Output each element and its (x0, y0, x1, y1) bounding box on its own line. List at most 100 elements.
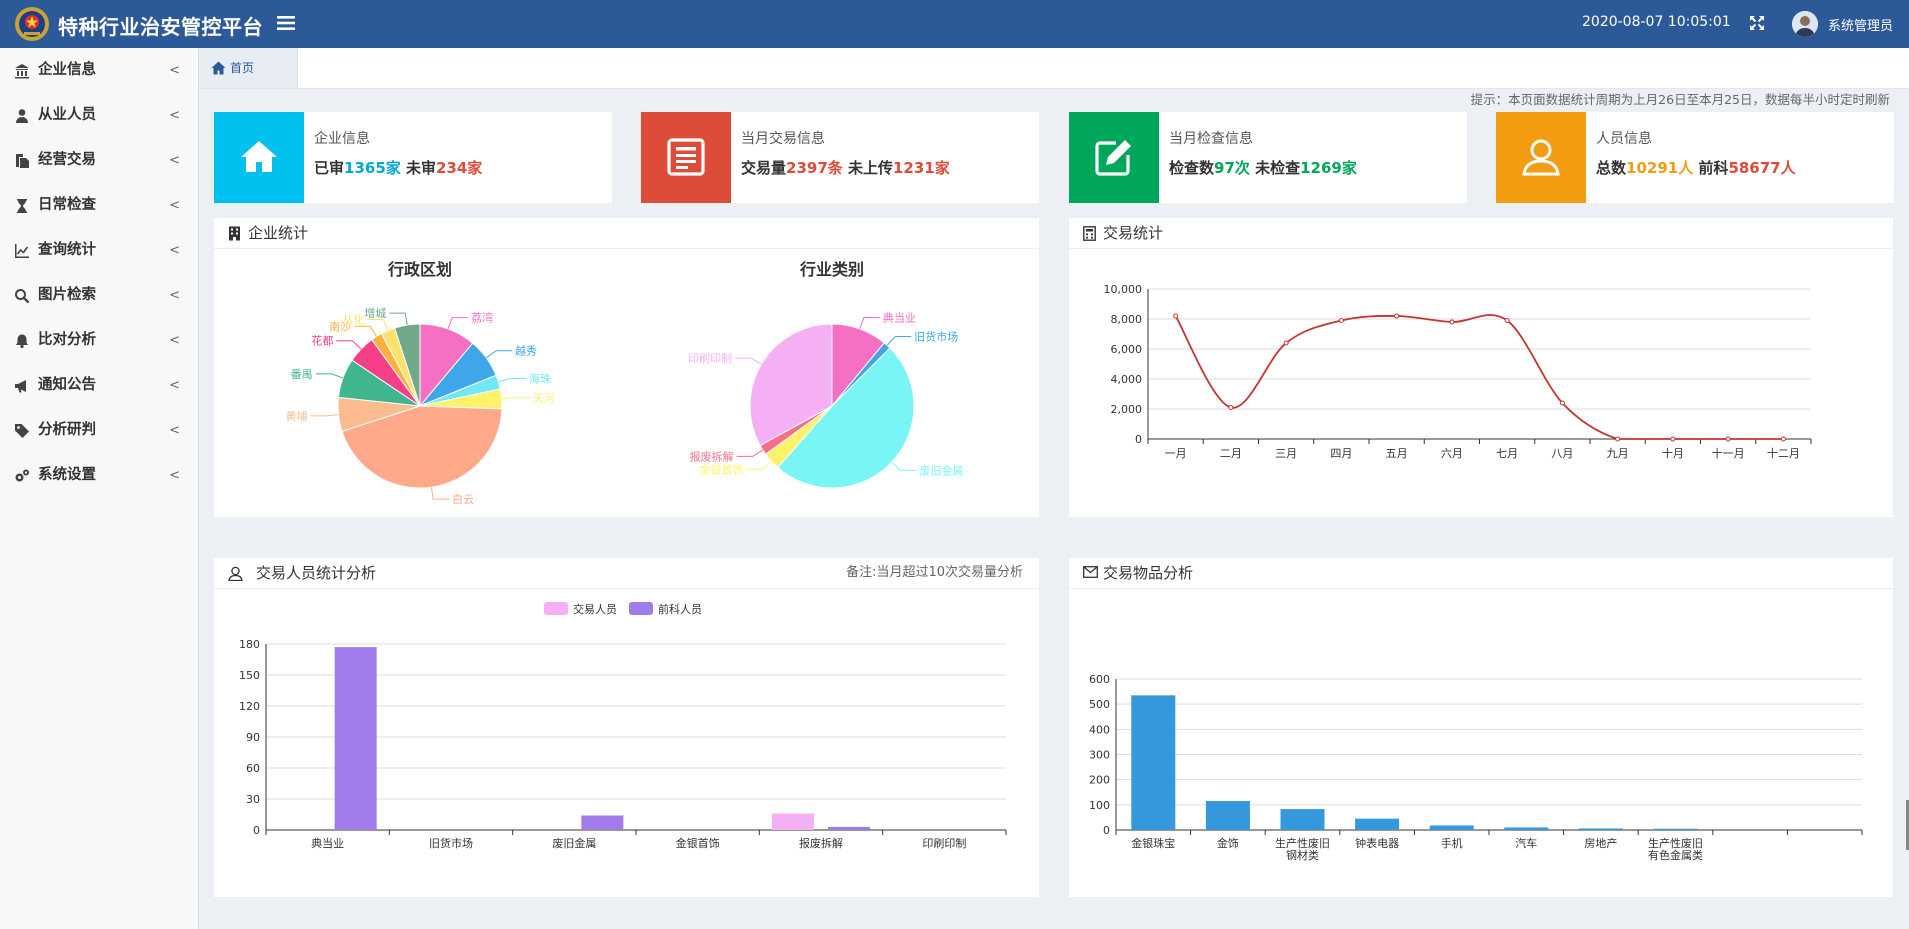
chevron-left-icon: < (169, 333, 180, 348)
people-bar-chart: 交易人员 前科人员 0 30 60 90 120 150 180 典当业 旧货市场 废旧金属 金银首饰 报… (239, 602, 1007, 850)
pie-label-line (315, 373, 344, 379)
tab-home[interactable]: 首页 (199, 48, 298, 88)
sidebar-item-label: 通知公告 (38, 377, 96, 393)
y-tick-label: 90 (246, 731, 260, 744)
refresh-notice: 提示：本页面数据统计周期为上月26日至本月25日，数据每半小时定时刷新 (1470, 92, 1890, 107)
x-tick-label: 旧货市场 (429, 836, 473, 850)
data-point (1228, 405, 1234, 410)
panel-header: 交易统计 (1069, 218, 1893, 249)
police-emblem-icon (15, 7, 49, 41)
stat-label: 已审 (314, 159, 345, 177)
search-icon (15, 289, 30, 304)
stat-value: 58677人 (1728, 159, 1796, 177)
sidebar-item-notices[interactable]: 通知公告 < (0, 363, 198, 408)
edit-icon (1095, 140, 1131, 176)
chevron-left-icon: < (169, 198, 180, 213)
sidebar-item-image-search[interactable]: 图片检索 < (0, 273, 198, 318)
y-tick-label: 200 (1089, 774, 1110, 787)
card-title: 当月交易信息 (741, 131, 825, 147)
sidebar-item-analysis[interactable]: 分析研判 < (0, 408, 198, 453)
sidebar-item-inspection[interactable]: 日常检查 < (0, 183, 198, 228)
pie-label: 增城 (364, 306, 386, 320)
info-card-people[interactable]: 人员信息 总数10291人 前科58677人 (1496, 112, 1894, 203)
bar (1578, 828, 1623, 830)
chevron-left-icon: < (169, 468, 180, 483)
pie-label: 荔湾 (471, 311, 493, 325)
sidebar-item-query-stats[interactable]: 查询统计 < (0, 228, 198, 273)
sidebar-item-settings[interactable]: 系统设置 < (0, 453, 198, 498)
y-tick-label: 400 (1089, 723, 1110, 736)
x-tick-label: 钢材类 (1286, 848, 1319, 862)
pie-label: 废旧金属 (920, 463, 964, 477)
legend-swatch (629, 602, 653, 615)
bar (1355, 818, 1400, 830)
sidebar-item-label: 日常检查 (38, 197, 96, 213)
x-tick-label: 十月 (1662, 446, 1684, 460)
pie-label-line (367, 318, 389, 331)
bar (1504, 827, 1549, 830)
pie-chart-district: 行政区划荔湾越秀海珠天河白云黄埔番禺花都南沙从化 增城 (286, 260, 555, 506)
stat-value: 1365家 (344, 159, 401, 177)
sidebar-item-label: 系统设置 (38, 467, 96, 483)
app-title: 特种行业治安管控平台 (58, 15, 263, 39)
line-chart-icon (15, 244, 29, 258)
card-icon-box (214, 112, 304, 203)
stat-label: 总数 (1596, 159, 1627, 177)
y-tick-label: 0 (253, 824, 260, 837)
data-point (1504, 318, 1510, 323)
sidebar-item-enterprise[interactable]: 企业信息 < (0, 48, 198, 93)
pie-label-line (430, 487, 450, 500)
tag-icon (15, 424, 29, 438)
x-tick-label: 汽车 (1515, 836, 1537, 850)
pie-label: 金银首饰 (699, 462, 743, 476)
x-tick-label: 四月 (1330, 447, 1352, 460)
x-tick-label: 五月 (1386, 447, 1408, 460)
card-title: 当月检查信息 (1169, 131, 1253, 147)
data-point (1394, 313, 1400, 319)
bank-icon (15, 64, 29, 79)
pie-label: 番禺 (291, 368, 313, 381)
sidebar-item-trade[interactable]: 经营交易 < (0, 138, 198, 183)
info-card-trade[interactable]: 当月交易信息 交易量2397条 未上传1231家 (641, 112, 1039, 203)
pie-label: 报废拆解 (690, 449, 734, 463)
pie-label-line (389, 312, 408, 326)
card-stats: 已审1365家 未审234家 (314, 157, 482, 178)
sidebar-item-employees[interactable]: 从业人员 < (0, 93, 198, 138)
newspaper-icon (667, 138, 705, 176)
expand-icon[interactable] (1749, 15, 1765, 31)
stat-value: 1269家 (1300, 159, 1357, 177)
pie-label: 黄埔 (286, 409, 308, 423)
tab-bar: 首页 (199, 48, 1909, 89)
x-tick-label: 生产性废旧 (1648, 836, 1703, 850)
user-avatar[interactable] (1792, 11, 1818, 37)
stat-value: 1231家 (893, 159, 950, 177)
info-card-inspection[interactable]: 当月检查信息 检查数97次 未检查1269家 (1069, 112, 1467, 203)
building-icon (229, 226, 240, 241)
card-title: 人员信息 (1596, 131, 1652, 147)
x-tick-label: 金银首饰 (676, 836, 720, 850)
chevron-left-icon: < (169, 288, 180, 303)
hamburger-icon[interactable] (275, 12, 297, 34)
panel-people-analysis: 交易人员统计分析 备注:当月超过10次交易量分析 交易人员 前科人员 0 30 60 90… (214, 558, 1039, 897)
username-label[interactable]: 系统管理员 (1828, 15, 1893, 34)
x-tick-label: 有色金属类 (1648, 848, 1703, 862)
card-icon-box (641, 112, 731, 203)
x-tick-label: 九月 (1607, 447, 1629, 460)
current-datetime: 2020-08-07 10:05:01 (1582, 14, 1731, 30)
info-card-enterprise[interactable]: 企业信息 已审1365家 未审234家 (214, 112, 612, 203)
bar (334, 647, 377, 830)
data-point (1449, 319, 1455, 325)
sidebar: 企业信息 < 从业人员 < 经营交易 < 日常检查 < 查询统计 < 图片检索 … (0, 48, 199, 929)
sidebar-item-comparison[interactable]: 比对分析 < (0, 318, 198, 363)
y-tick-label: 2,000 (1111, 403, 1143, 416)
panel-goods-analysis: 交易物品分析 0 100 200 300 400 500 600 金银珠宝 金饰 生产性废旧 钢材类… (1069, 558, 1893, 897)
data-point (1283, 340, 1289, 346)
chevron-left-icon: < (169, 108, 180, 123)
chevron-left-icon: < (169, 243, 180, 258)
x-tick-label: 废旧金属 (552, 836, 596, 850)
user-outline-icon (1522, 139, 1560, 176)
legend-label: 前科人员 (658, 602, 702, 616)
stat-label: 未审 (400, 159, 436, 177)
x-tick-label: 二月 (1220, 447, 1242, 460)
trade-line-chart: 0 2,000 4,000 6,000 8,000 10,000 一月 二月 三月 四月 五月 六月 七… (1104, 283, 1812, 460)
